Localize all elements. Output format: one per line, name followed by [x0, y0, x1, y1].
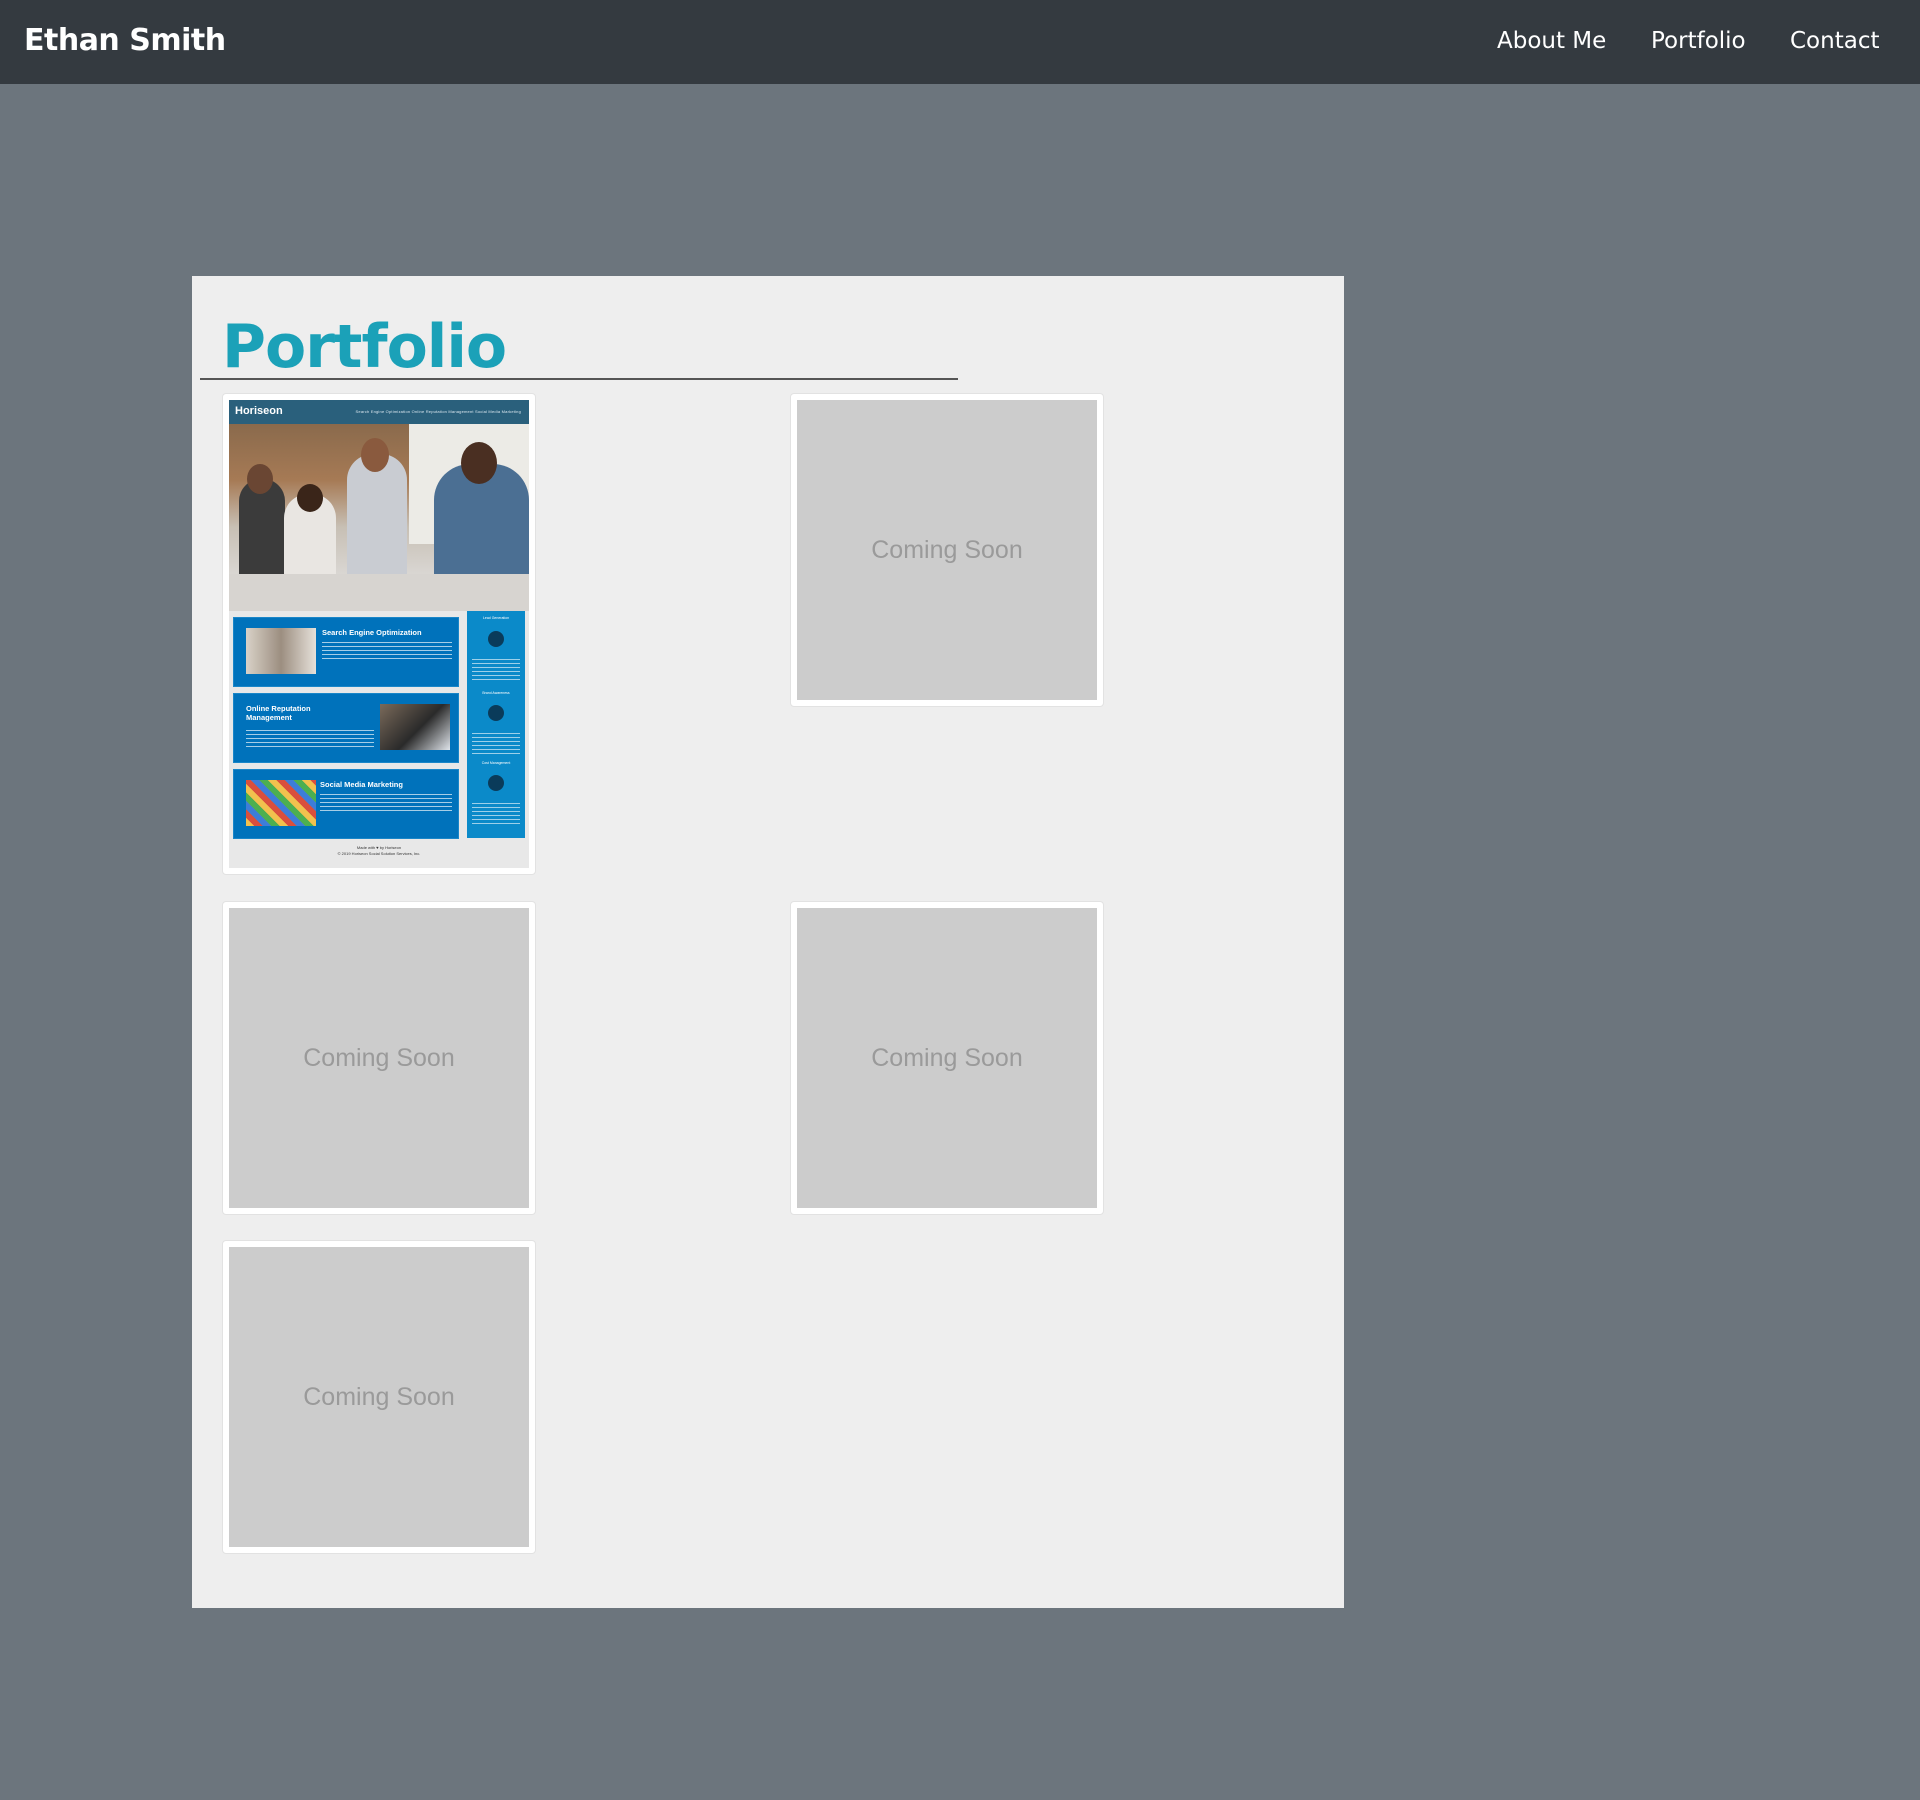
project-thumbnail-3[interactable]: Coming Soon — [222, 901, 536, 1215]
mock-card-title: Online Reputation Management — [246, 704, 311, 722]
mock-card-seo: Search Engine Optimization — [233, 617, 459, 687]
project-thumbnail-horiseon[interactable]: Horiseon Search Engine Optimization Onli… — [222, 393, 536, 875]
portfolio-section: Portfolio Horiseon Search Engine Optimiz… — [192, 276, 1344, 1608]
mock-nav: Search Engine Optimization Online Reputa… — [355, 409, 521, 414]
mock-hero-image — [229, 424, 529, 611]
divider — [200, 378, 958, 380]
coming-soon-placeholder: Coming Soon — [797, 908, 1097, 1208]
project-thumbnail-2[interactable]: Coming Soon — [790, 393, 1104, 707]
coming-soon-placeholder: Coming Soon — [229, 1247, 529, 1547]
mock-content: Search Engine Optimization Online Reputa… — [229, 611, 529, 839]
cloud-icon — [488, 775, 504, 791]
mock-card-title: Social Media Marketing — [320, 780, 403, 789]
page-title: Portfolio — [222, 312, 507, 382]
mock-sidebar-label: Brand Awareness — [482, 691, 510, 695]
brand-link[interactable]: Ethan Smith — [24, 23, 226, 58]
mock-sidebar: Lead Generation Brand Awareness Cost Man… — [467, 611, 525, 838]
mock-footer: Made with ♥ by Horiseon © 2019 Horiseon … — [229, 837, 529, 862]
mock-card-social: Social Media Marketing — [233, 769, 459, 839]
mock-sidebar-label: Lead Generation — [482, 616, 510, 620]
mock-footer-line2: © 2019 Horiseon Social Solution Services… — [337, 851, 421, 856]
nav-link-contact[interactable]: Contact — [1790, 28, 1879, 54]
project-thumbnail-4[interactable]: Coming Soon — [790, 901, 1104, 1215]
nav-link-portfolio[interactable]: Portfolio — [1651, 28, 1746, 54]
mock-sidebar-label: Cost Management — [481, 761, 511, 765]
network-icon — [488, 705, 504, 721]
project-thumbnail-5[interactable]: Coming Soon — [222, 1240, 536, 1554]
coming-soon-placeholder: Coming Soon — [229, 908, 529, 1208]
nav-link-about-me[interactable]: About Me — [1497, 28, 1606, 54]
coming-soon-placeholder: Coming Soon — [797, 400, 1097, 700]
horiseon-screenshot: Horiseon Search Engine Optimization Onli… — [229, 400, 529, 868]
mock-header: Horiseon Search Engine Optimization Onli… — [229, 400, 529, 424]
mock-card-title: Search Engine Optimization — [322, 628, 422, 637]
mock-card-reputation: Online Reputation Management — [233, 693, 459, 763]
navbar: Ethan Smith About Me Portfolio Contact — [0, 0, 1920, 84]
key-icon — [488, 631, 504, 647]
mock-brand: Horiseon — [235, 405, 283, 417]
